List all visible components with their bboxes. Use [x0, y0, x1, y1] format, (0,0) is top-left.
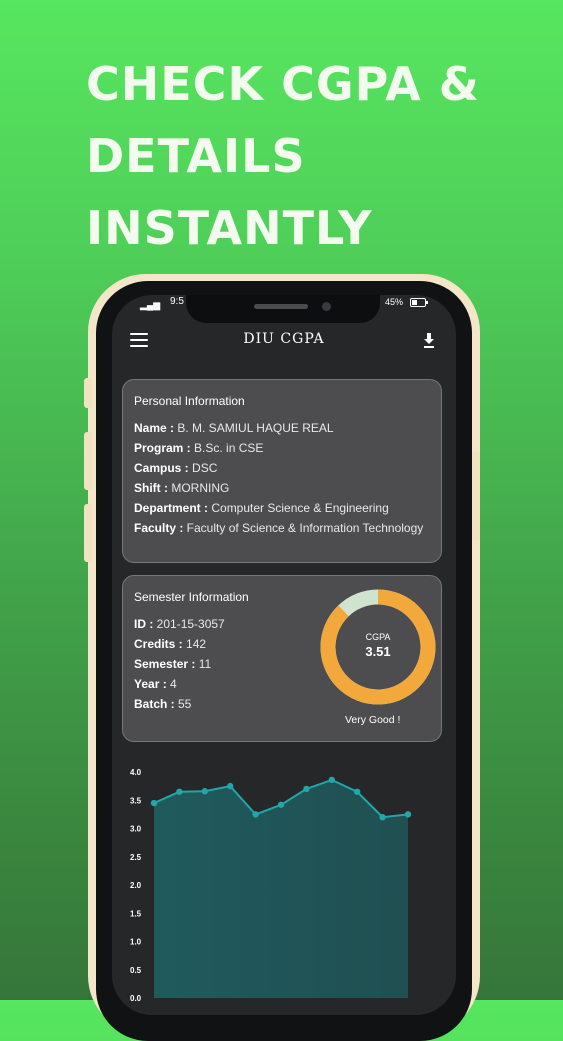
- download-icon[interactable]: [421, 331, 437, 349]
- signal-icon: ▂▄▆: [140, 300, 161, 310]
- headline: CHECK CGPA & DETAILS INSTANTLY: [86, 48, 480, 264]
- cgpa-trend-chart: 4.0 3.5 3.0 2.5 2.0 1.5 1.0 0.5 0.0: [130, 768, 412, 1003]
- speaker-grille: [254, 304, 308, 309]
- chart-data-point[interactable]: [354, 788, 361, 795]
- cgpa-label: CGPA: [366, 632, 391, 642]
- phone-volume-down-button: [84, 504, 92, 562]
- cgpa-donut-chart: CGPA 3.51: [320, 589, 436, 705]
- battery-icon: [410, 298, 428, 307]
- y-tick-label: 0.5: [130, 966, 142, 975]
- chart-data-point[interactable]: [277, 801, 285, 808]
- semester-info-title: Semester Information: [134, 590, 249, 604]
- chart-data-point[interactable]: [252, 811, 259, 818]
- chart-area-fill: [154, 779, 408, 998]
- chart-data-point[interactable]: [176, 788, 183, 795]
- y-tick-label: 1.5: [130, 909, 142, 918]
- chart-data-point[interactable]: [150, 799, 158, 807]
- headline-line-2: DETAILS: [86, 129, 306, 183]
- app-title: DIU CGPA: [243, 331, 325, 347]
- personal-info-title: Personal Information: [134, 394, 245, 408]
- chart-data-point[interactable]: [379, 814, 386, 821]
- status-time: 9:5: [170, 296, 184, 307]
- program-row: Program : B.Sc. in CSE: [134, 441, 264, 455]
- semester-info-card: Semester Information ID : 201-15-3057 Cr…: [122, 575, 442, 742]
- front-camera: [322, 302, 331, 311]
- y-tick-label: 2.0: [130, 881, 142, 890]
- y-tick-label: 0.0: [130, 994, 142, 1003]
- headline-line-1: CHECK CGPA &: [86, 57, 480, 111]
- name-row: Name : B. M. SAMIUL HAQUE REAL: [134, 421, 334, 435]
- phone-notch: [186, 295, 380, 323]
- y-tick-label: 4.0: [130, 768, 142, 777]
- phone-mute-switch: [84, 378, 92, 408]
- y-tick-label: 3.0: [130, 825, 142, 834]
- shift-row: Shift : MORNING: [134, 481, 230, 495]
- department-row: Department : Computer Science & Engineer…: [134, 501, 389, 515]
- chart-data-point[interactable]: [303, 785, 310, 793]
- faculty-row: Faculty : Faculty of Science & Informati…: [134, 521, 424, 535]
- personal-info-card: Personal Information Name : B. M. SAMIUL…: [122, 379, 442, 563]
- campus-row: Campus : DSC: [134, 461, 218, 475]
- chart-data-point[interactable]: [227, 782, 234, 790]
- battery-percentage: 45%: [385, 297, 404, 307]
- headline-line-3: INSTANTLY: [86, 201, 373, 255]
- cgpa-value: 3.51: [365, 644, 390, 659]
- chart-data-point[interactable]: [404, 811, 412, 818]
- phone-screen: ▂▄▆ 9:5 45% DIU CGPA Personal Informatio…: [112, 295, 456, 1015]
- chart-data-point[interactable]: [201, 788, 208, 795]
- cgpa-verdict: Very Good !: [345, 714, 401, 726]
- y-tick-label: 1.0: [130, 938, 142, 947]
- phone-power-button: [472, 452, 480, 540]
- y-tick-label: 3.5: [130, 796, 142, 805]
- y-tick-label: 2.5: [130, 853, 142, 862]
- phone-volume-up-button: [84, 432, 92, 490]
- chart-data-point[interactable]: [328, 776, 335, 784]
